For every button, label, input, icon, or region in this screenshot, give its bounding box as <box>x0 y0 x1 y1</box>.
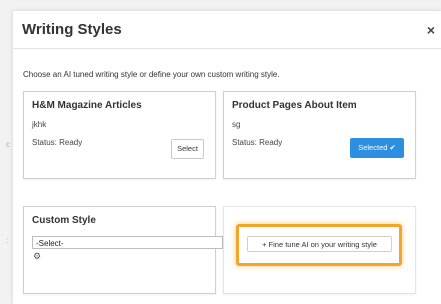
fine-tune-button[interactable]: + Fine tune AI on your writing style <box>247 236 392 252</box>
select-button[interactable]: Select <box>171 139 204 159</box>
style-card-hm-magazine: H&M Magazine Articles jkhk Status: Ready… <box>23 91 216 179</box>
card-subtitle: jkhk <box>32 120 47 129</box>
card-subtitle: sg <box>232 120 241 129</box>
fine-tune-highlight: + Fine tune AI on your writing style <box>236 224 402 266</box>
intro-text: Choose an AI tuned writing style or defi… <box>23 70 280 79</box>
page-edge-marker: : <box>6 236 9 245</box>
page-edge-marker: c <box>6 140 10 149</box>
modal-header: Writing Styles <box>13 11 441 49</box>
custom-style-card: Custom Style -Select- • ⚙ <box>23 206 229 294</box>
select-value: -Select- <box>36 239 64 248</box>
gear-icon[interactable]: ⚙ <box>33 251 41 262</box>
custom-style-select[interactable]: -Select- • <box>32 236 229 249</box>
card-title: Custom Style <box>32 215 96 226</box>
selected-button[interactable]: Selected ✔ <box>350 138 404 158</box>
modal-title: Writing Styles <box>22 21 122 38</box>
style-card-product-pages: Product Pages About Item sg Status: Read… <box>223 91 416 179</box>
card-status: Status: Ready <box>32 138 83 147</box>
card-title: H&M Magazine Articles <box>32 100 142 111</box>
card-status: Status: Ready <box>232 138 283 147</box>
close-icon[interactable]: × <box>427 22 435 38</box>
card-title: Product Pages About Item <box>232 100 357 111</box>
